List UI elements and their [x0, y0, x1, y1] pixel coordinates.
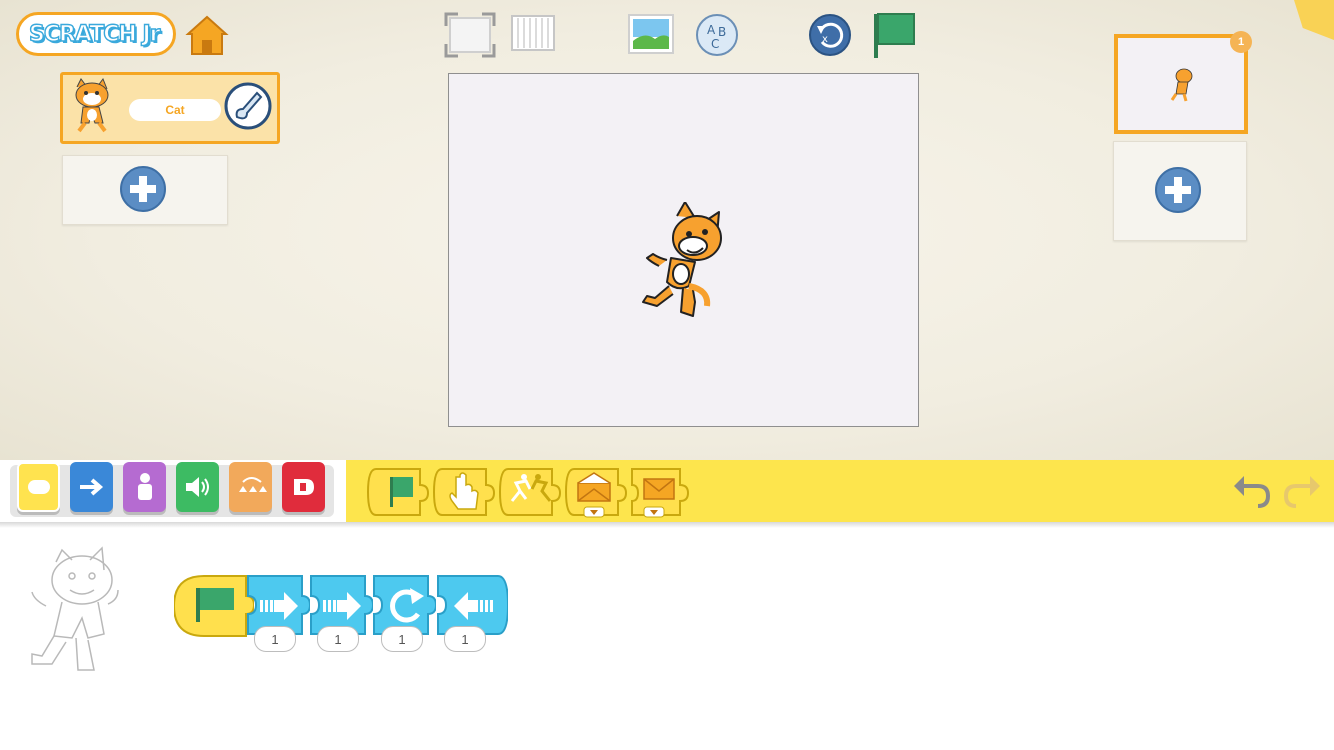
background-button[interactable]	[627, 13, 677, 57]
envelope-open-icon	[564, 468, 628, 518]
grid-button[interactable]	[510, 14, 558, 54]
grid-icon	[511, 15, 555, 51]
category-looks[interactable]	[123, 462, 166, 512]
plus-icon	[120, 166, 166, 212]
page-thumbnail[interactable]	[1114, 34, 1248, 134]
param-input[interactable]: 1	[254, 626, 296, 652]
redo-icon	[1283, 476, 1320, 508]
page-number-badge: 1	[1230, 31, 1252, 53]
palette-block-green-flag[interactable]	[366, 463, 430, 521]
param-input[interactable]: 1	[381, 626, 423, 652]
reset-button[interactable]: x	[807, 12, 853, 58]
palette-block-start-on-message[interactable]	[564, 463, 628, 521]
script-block-green-flag[interactable]	[172, 574, 256, 638]
category-motion[interactable]	[70, 462, 113, 512]
stage[interactable]	[448, 73, 919, 427]
paint-editor-button[interactable]	[223, 81, 273, 131]
svg-text:C: C	[711, 37, 719, 51]
page-cat-preview	[1170, 68, 1193, 102]
background-icon	[628, 14, 674, 54]
arrow-right-icon	[79, 478, 103, 496]
home-button[interactable]	[184, 12, 230, 58]
category-sound[interactable]	[176, 462, 219, 512]
cat-sprite-thumbnail	[75, 77, 109, 133]
green-flag-icon	[172, 575, 256, 637]
fullscreen-icon	[444, 12, 496, 58]
category-end[interactable]	[282, 462, 325, 512]
undo-button[interactable]	[1232, 470, 1272, 510]
end-icon	[293, 479, 314, 495]
speaker-icon	[185, 477, 209, 497]
plus-icon	[1155, 167, 1201, 213]
person-icon	[137, 473, 152, 500]
bump-icon	[498, 468, 562, 516]
param-input[interactable]: 1	[444, 626, 486, 652]
palette-block-send-message[interactable]	[626, 463, 690, 521]
svg-text:A: A	[707, 23, 716, 37]
add-sprite-card[interactable]	[62, 155, 228, 225]
redo-button[interactable]	[1282, 470, 1322, 510]
add-text-button[interactable]: A B C	[694, 12, 740, 58]
palette-block-start-on-tap[interactable]	[432, 463, 496, 521]
tap-icon	[432, 468, 496, 516]
undo-icon	[1234, 476, 1271, 508]
sprite-card-cat[interactable]: Cat	[60, 72, 280, 144]
envelope-icon	[631, 468, 690, 518]
category-control[interactable]	[229, 462, 272, 512]
green-flag-icon	[366, 468, 430, 516]
logo-text: SCRATCH Jr	[28, 21, 161, 47]
reset-icon: x	[809, 14, 851, 56]
cat-sprite-on-stage[interactable]	[637, 202, 727, 320]
sprite-outline-watermark	[31, 546, 119, 671]
green-flag-button[interactable]	[870, 10, 918, 60]
home-icon	[185, 15, 229, 55]
category-triggering[interactable]	[17, 462, 60, 512]
palette-block-start-on-bump[interactable]	[498, 463, 562, 521]
text-icon: A B C	[696, 14, 738, 56]
sprite-name-label: Cat	[129, 99, 221, 121]
svg-text:x: x	[822, 34, 828, 45]
scratchjr-logo: SCRATCH Jr	[16, 12, 176, 56]
add-page-card[interactable]	[1113, 141, 1247, 241]
fullscreen-button[interactable]	[444, 12, 496, 58]
trigger-category-icon	[27, 480, 50, 494]
palette-divider	[0, 522, 1334, 528]
control-icon	[238, 477, 267, 492]
paintbrush-icon	[224, 82, 272, 130]
green-flag-icon	[874, 13, 915, 58]
param-input[interactable]: 1	[317, 626, 359, 652]
